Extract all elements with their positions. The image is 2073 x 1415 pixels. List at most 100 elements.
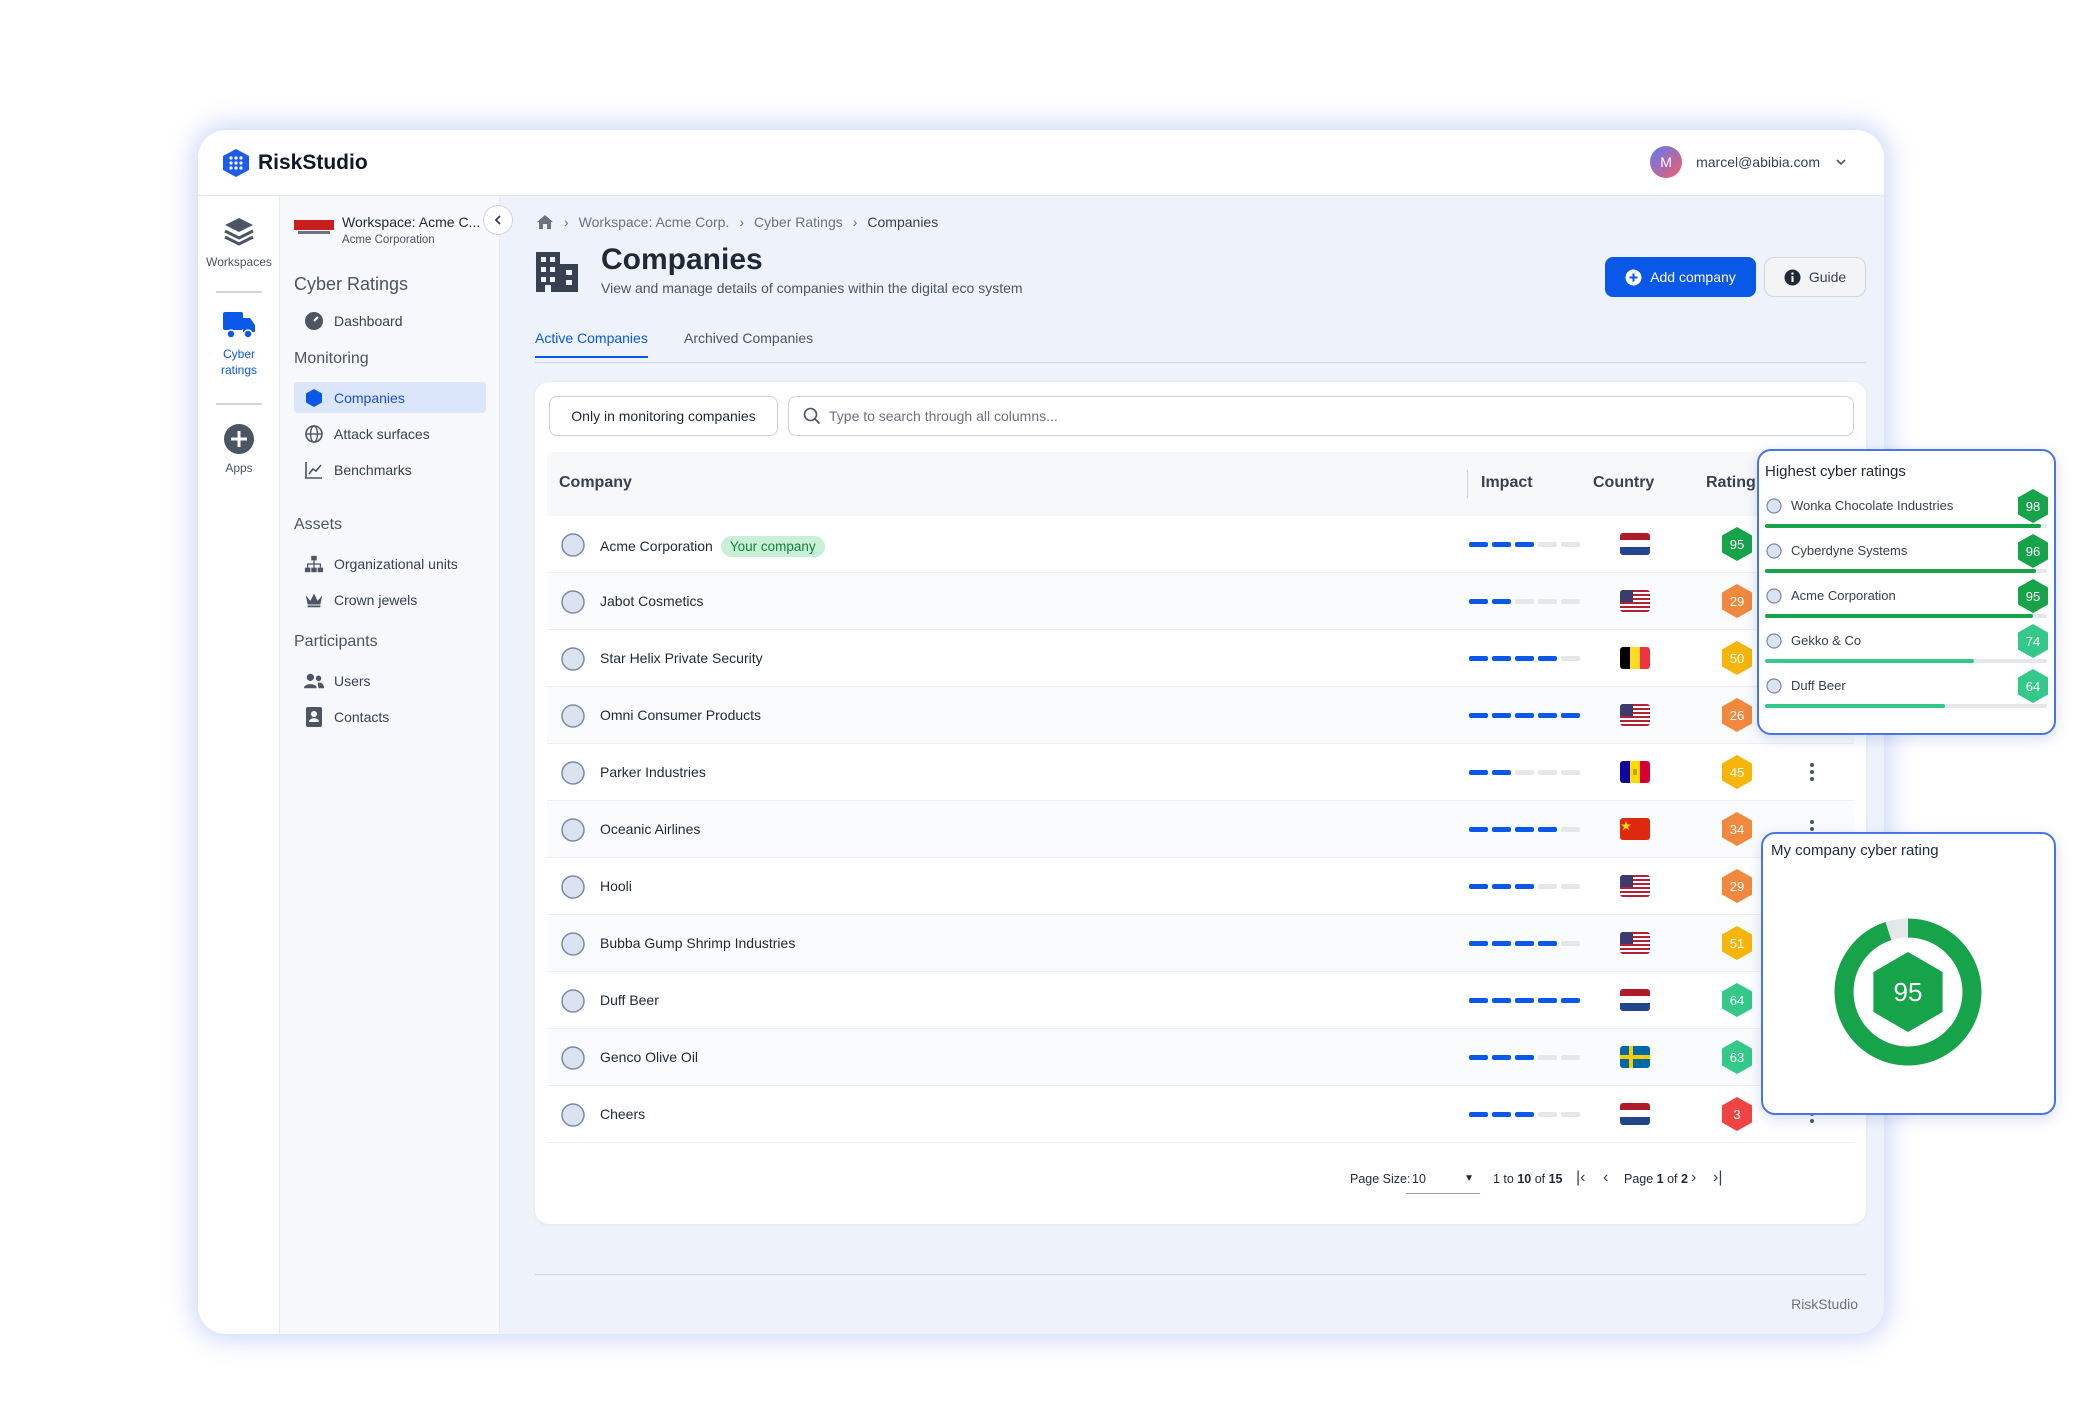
company-name[interactable]: Genco Olive Oil [600, 1049, 698, 1065]
column-header-company[interactable]: Company [559, 474, 632, 492]
company-name[interactable]: Oceanic Airlines [600, 821, 700, 837]
impact-segment [1515, 1055, 1534, 1060]
page-size-select[interactable]: 10 ▼ [1406, 1164, 1480, 1194]
table-row[interactable]: Acme Corporation Your company 95 [547, 516, 1854, 573]
table-row[interactable]: Star Helix Private Security 50 [547, 630, 1854, 687]
table-row[interactable]: Parker Industries 45 [547, 744, 1854, 801]
monitoring-filter-button[interactable]: Only in monitoring companies [549, 396, 778, 436]
impact-segment [1469, 998, 1488, 1003]
impact-segment [1469, 1055, 1488, 1060]
app-logo[interactable]: RiskStudio [222, 148, 368, 178]
impact-segment [1469, 542, 1488, 547]
company-name-text: Acme Corporation [600, 538, 713, 554]
row-menu-icon[interactable] [1802, 760, 1822, 784]
company-logo-icon [559, 987, 587, 1015]
breadcrumb-cyber-ratings[interactable]: Cyber Ratings [754, 214, 843, 230]
tab-bar: Active Companies Archived Companies [535, 330, 1866, 363]
country-flag-us-icon [1620, 704, 1650, 726]
impact-segment [1492, 1112, 1511, 1117]
company-name[interactable]: Bubba Gump Shrimp Industries [600, 935, 795, 951]
search-input[interactable] [829, 408, 1729, 424]
rating-donut: 95 [1834, 918, 1982, 1066]
nav-group-participants: Participants [294, 633, 378, 650]
table-row[interactable]: Hooli 29 [547, 858, 1854, 915]
rating-badge: 29 [1722, 869, 1752, 903]
column-header-country[interactable]: Country [1593, 474, 1654, 492]
impact-meter [1469, 941, 1580, 946]
impact-segment [1515, 1112, 1534, 1117]
company-name[interactable]: Star Helix Private Security [600, 650, 763, 666]
sidebar-item-crown-jewels[interactable]: Crown jewels [294, 584, 486, 615]
company-name[interactable]: Duff Beer [600, 992, 659, 1008]
country-flag-us-icon [1620, 932, 1650, 954]
table-row[interactable]: Cheers 3 [547, 1086, 1854, 1143]
rating-list-item[interactable]: Duff Beer 64 [1765, 667, 2050, 712]
table-row[interactable]: Bubba Gump Shrimp Industries 51 [547, 915, 1854, 972]
rating-badge: 95 [2018, 579, 2048, 613]
impact-segment [1515, 827, 1534, 832]
company-name[interactable]: Omni Consumer Products [600, 707, 761, 723]
sidebar-item-dashboard[interactable]: Dashboard [294, 305, 486, 336]
company-name[interactable]: Jabot Cosmetics [600, 593, 703, 609]
contact-book-icon [304, 706, 324, 727]
rating-badge: 29 [1722, 584, 1752, 618]
company-name[interactable]: Acme Corporation Your company [600, 536, 825, 557]
column-header-rating[interactable]: Rating [1706, 474, 1756, 492]
company-name[interactable]: Parker Industries [600, 764, 706, 780]
last-page-icon[interactable]: ›| [1713, 1169, 1722, 1187]
rail-item-cyber-ratings[interactable]: Cyber ratings [198, 308, 280, 379]
breadcrumb-workspace[interactable]: Workspace: Acme Corp. [579, 214, 730, 230]
collapse-sidebar-button[interactable] [483, 205, 513, 235]
sidebar-item-contacts[interactable]: Contacts [294, 701, 486, 732]
company-logo-icon [1765, 632, 1783, 650]
company-name[interactable]: Hooli [600, 878, 632, 894]
sidebar-item-benchmarks[interactable]: Benchmarks [294, 454, 486, 485]
home-icon[interactable] [536, 214, 554, 230]
user-menu[interactable]: M marcel@abibia.com [1650, 146, 1848, 178]
company-logo-icon [1765, 497, 1783, 515]
workspace-switcher[interactable]: Workspace: Acme C... Acme Corporation [294, 214, 480, 246]
globe-icon [304, 424, 324, 444]
table-row[interactable]: Omni Consumer Products 26 [547, 687, 1854, 744]
company-logo-icon [559, 531, 587, 559]
impact-segment [1469, 941, 1488, 946]
company-name[interactable]: Cheers [600, 1106, 645, 1122]
rating-badge: 96 [2018, 534, 2048, 568]
tab-active-companies[interactable]: Active Companies [535, 330, 648, 358]
table-row[interactable]: Duff Beer 64 [547, 972, 1854, 1029]
country-flag-ad-icon [1620, 761, 1650, 783]
sidebar-item-label: Companies [334, 389, 405, 406]
sidebar-item-organizational-units[interactable]: Organizational units [294, 548, 486, 579]
users-icon [304, 671, 324, 691]
rating-list-item[interactable]: Gekko & Co 74 [1765, 622, 2050, 667]
column-header-impact[interactable]: Impact [1481, 474, 1533, 492]
rail-divider [216, 403, 262, 405]
page-size-value: 10 [1412, 1171, 1426, 1186]
rail-item-apps[interactable]: Apps [198, 422, 280, 476]
org-chart-icon [304, 554, 324, 574]
search-icon [803, 407, 821, 425]
prev-page-icon[interactable]: ‹ [1603, 1169, 1608, 1187]
chevron-right-icon: › [852, 214, 858, 230]
rating-list-item[interactable]: Wonka Chocolate Industries 98 [1765, 487, 2050, 532]
add-company-button[interactable]: Add company [1605, 257, 1756, 297]
sidebar-item-attack-surfaces[interactable]: Attack surfaces [294, 418, 486, 449]
first-page-icon[interactable]: |‹ [1576, 1169, 1585, 1187]
rating-list-item[interactable]: Cyberdyne Systems 96 [1765, 532, 2050, 577]
rating-bar-fill [1765, 659, 1974, 663]
tab-archived-companies[interactable]: Archived Companies [684, 330, 813, 356]
column-divider [1467, 470, 1468, 498]
impact-segment [1469, 884, 1488, 889]
rating-list-item[interactable]: Acme Corporation 95 [1765, 577, 2050, 622]
table-row[interactable]: Genco Olive Oil 63 [547, 1029, 1854, 1086]
guide-button[interactable]: Guide [1764, 257, 1866, 297]
sidebar-item-companies[interactable]: Companies [294, 382, 486, 413]
country-flag-nl-icon [1620, 533, 1650, 555]
rail-item-workspaces[interactable]: Workspaces [198, 214, 280, 270]
impact-meter [1469, 1112, 1580, 1117]
table-row[interactable]: Jabot Cosmetics 29 [547, 573, 1854, 630]
sidebar-item-users[interactable]: Users [294, 665, 486, 696]
rating-value: 95 [1894, 977, 1923, 1007]
table-row[interactable]: Oceanic Airlines 34 [547, 801, 1854, 858]
next-page-icon[interactable]: › [1691, 1169, 1696, 1187]
